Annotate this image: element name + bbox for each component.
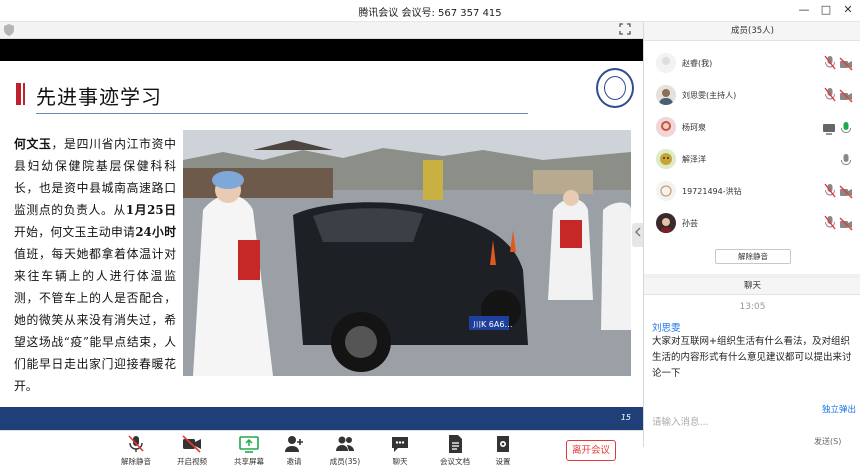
slide-page-number: 15 [620, 413, 631, 422]
chat-sender: 刘思雯 [652, 323, 681, 334]
muted-mic-icon[interactable] [824, 183, 836, 199]
shield-icon[interactable] [4, 24, 14, 36]
member-name: 19721494-洪钻 [682, 187, 742, 196]
chat-timestamp: 13:05 [739, 302, 766, 312]
car-plate-text: 川K 6A6… [473, 320, 512, 329]
muted-mic-icon[interactable] [824, 87, 836, 103]
mic-active-icon[interactable] [839, 120, 853, 134]
document-icon [444, 434, 466, 454]
avatar [656, 53, 676, 73]
meeting-toolbar: 解除静音 开启视频 共享屏幕 邀请 成员(35) 聊天 会议文档 设置 离开会议 [0, 430, 643, 469]
window-titlebar: 腾讯会议 会议号: 567 357 415 — □ ✕ [0, 0, 860, 22]
members-label: 成员(35) [329, 457, 361, 466]
university-seal-logo [596, 68, 634, 108]
chat-icon [389, 434, 411, 454]
avatar [656, 117, 676, 137]
window-title: 腾讯会议 会议号: 567 357 415 [358, 8, 502, 19]
leave-meeting-button[interactable]: 离开会议 [566, 440, 616, 461]
avatar [656, 149, 676, 169]
title-accent-bar [16, 83, 21, 105]
member-name: 赵睿(我) [682, 59, 713, 68]
member-row[interactable]: 赵睿(我) [644, 49, 860, 81]
members-header: 成员(35人) [644, 22, 860, 41]
share-screen-icon [238, 434, 260, 454]
muted-mic-icon[interactable] [824, 215, 836, 231]
members-button[interactable]: 成员(35) [318, 434, 372, 467]
member-row[interactable]: 解泽洋 [644, 145, 860, 177]
pop-out-chat-link[interactable]: 独立弹出 [822, 403, 856, 415]
meeting-docs-button[interactable]: 会议文档 [428, 434, 482, 467]
chat-header: 聊天 [644, 278, 860, 295]
chat-button[interactable]: 聊天 [373, 434, 427, 467]
member-name: 杨珂泉 [682, 123, 706, 132]
start-video-label: 开启视频 [177, 457, 207, 466]
muted-mic-icon [125, 434, 147, 454]
send-button[interactable]: 发送(S) [814, 436, 841, 447]
slide-title: 先进事迹学习 [36, 85, 162, 109]
title-underline [36, 113, 528, 114]
avatar [656, 181, 676, 201]
members-icon [334, 434, 356, 454]
shared-slide: 先进事迹学习 何文玉，是四川省内江市资中县妇幼保健院基层保健科科长，也是资中县城… [0, 61, 643, 407]
body-part3: 值班，每天她都拿着体温计对来往车辆上的人进行体温监测，不管车上的人是否配合，她的… [14, 247, 176, 393]
unmute-button[interactable]: 解除静音 [109, 434, 163, 467]
video-off-icon [181, 434, 203, 454]
body-hours: 24小时 [135, 225, 176, 239]
chat-message: 大家对互联网+组织生活有什么看法，及对组织生活的内容形式有什么意见建议都可以提出… [652, 336, 852, 379]
share-info-bar [0, 22, 643, 39]
maximize-button[interactable]: □ [819, 3, 833, 16]
letterbox-top [0, 39, 643, 61]
side-panel: 成员(35人) 赵睿(我) 刘思雯(主持人) 杨珂泉 解泽洋 19721494-… [643, 22, 860, 447]
collapse-panel-handle[interactable] [632, 223, 643, 247]
chat-label: 聊天 [392, 457, 408, 466]
invite-button[interactable]: 邀请 [267, 434, 321, 467]
chat-input[interactable]: 请输入消息... [652, 414, 709, 428]
settings-button[interactable]: 设置 [476, 434, 530, 467]
unmute-label: 解除静音 [121, 457, 151, 466]
muted-mic-icon[interactable] [824, 55, 836, 71]
screen-sharing-icon[interactable] [822, 120, 836, 135]
member-row[interactable]: 19721494-洪钻 [644, 177, 860, 209]
screen-share-pane: 先进事迹学习 何文玉，是四川省内江市资中县妇幼保健院基层保健科科长，也是资中县城… [0, 22, 643, 469]
body-date: 1月25日 [125, 203, 176, 217]
body-part2: 开始，何文玉主动申请 [14, 225, 136, 239]
member-row[interactable]: 刘思雯(主持人) [644, 81, 860, 113]
fullscreen-icon[interactable] [619, 23, 631, 38]
invite-label: 邀请 [286, 457, 302, 466]
member-name: 刘思雯(主持人) [682, 91, 737, 100]
video-off-icon[interactable] [839, 88, 853, 103]
gear-icon [492, 434, 514, 454]
title-accent-bar-thin [23, 83, 25, 105]
slide-footer-band: 15 [0, 407, 643, 430]
avatar [656, 213, 676, 233]
video-off-icon[interactable] [839, 184, 853, 199]
checkpoint-photo: 川K 6A6… [183, 130, 631, 376]
unmute-all-button[interactable]: 解除静音 [715, 249, 791, 264]
settings-label: 设置 [495, 457, 511, 466]
minimize-button[interactable]: — [797, 3, 811, 16]
video-off-icon[interactable] [839, 56, 853, 71]
close-button[interactable]: ✕ [841, 3, 855, 16]
member-name: 孙芸 [682, 219, 698, 228]
video-off-icon[interactable] [839, 216, 853, 231]
add-person-icon [283, 434, 305, 454]
mic-icon[interactable] [839, 152, 853, 166]
member-row[interactable]: 杨珂泉 [644, 113, 860, 145]
avatar [656, 85, 676, 105]
body-name: 何文玉 [14, 137, 52, 151]
meeting-docs-label: 会议文档 [440, 457, 470, 466]
slide-body-text: 何文玉，是四川省内江市资中县妇幼保健院基层保健科科长，也是资中县城南高速路口监测… [14, 133, 176, 397]
member-row[interactable]: 孙芸 [644, 209, 860, 241]
member-name: 解泽洋 [682, 155, 706, 164]
start-video-button[interactable]: 开启视频 [165, 434, 219, 467]
